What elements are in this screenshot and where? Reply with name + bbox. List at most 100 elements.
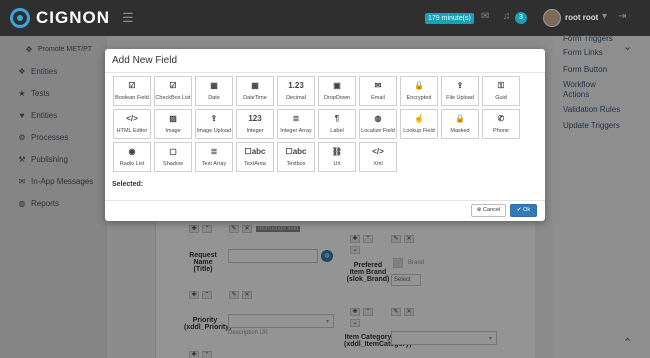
upload-icon: ⇪ xyxy=(456,81,464,90)
cancel-button-label: Cancel xyxy=(483,207,501,213)
envelope-icon: ✉ xyxy=(374,81,382,90)
field-type-datetime[interactable]: ▦ DateTime xyxy=(236,76,274,106)
field-type-radio-list[interactable]: ◉ Radio List xyxy=(113,142,151,172)
checkbox-list-icon: ☑ xyxy=(169,81,177,90)
code-icon: </> xyxy=(126,114,138,123)
field-type-label: DropDown xyxy=(324,95,350,101)
field-type-label: Masked xyxy=(450,128,470,134)
field-type-file-upload[interactable]: ⇪ File Upload xyxy=(441,76,479,106)
radio-icon: ◉ xyxy=(128,147,136,156)
checkbox-icon: ☑ xyxy=(128,81,136,90)
pointer-icon: ☝ xyxy=(414,114,424,123)
session-timer-badge: 179 minute(s) xyxy=(425,13,474,24)
chevron-down-icon[interactable]: ▾ xyxy=(602,11,607,22)
field-type-label: Decimal xyxy=(286,95,306,101)
field-type-label: Guid xyxy=(495,95,507,101)
field-type-image-upload[interactable]: ⇪ Image Upload xyxy=(195,109,233,139)
paragraph-icon: ¶ xyxy=(334,114,340,123)
field-type-label: Text Array xyxy=(201,161,227,167)
integer-icon: 123 xyxy=(248,114,262,123)
field-type-html-editor[interactable]: </> HTML Editor xyxy=(113,109,151,139)
field-type-label: TextArea xyxy=(244,161,266,167)
field-type-label: Label xyxy=(330,128,344,134)
chat-icon[interactable]: ✉ xyxy=(481,11,489,22)
field-type-encrypted[interactable]: 🔒 Encrypted xyxy=(400,76,438,106)
logout-icon[interactable]: ⇥ xyxy=(618,11,626,22)
field-type-label: Phone xyxy=(493,128,509,134)
field-type-guid[interactable]: ⚿ Guid xyxy=(482,76,520,106)
field-type-label: Encrypted xyxy=(406,95,432,101)
field-type-xml[interactable]: </> Xml xyxy=(359,142,397,172)
bell-icon[interactable]: ♫ xyxy=(503,11,511,22)
top-bar: CIGNON ☰ 179 minute(s) ✉ ♫ 3 root root ▾… xyxy=(0,0,650,36)
field-type-label: Image xyxy=(165,128,181,134)
field-type-boolean[interactable]: ☑ Boolean Field xyxy=(113,76,151,106)
field-type-label: CheckBox List xyxy=(155,95,191,101)
field-type-label: DateTime xyxy=(243,95,267,101)
field-type-label: Integer Array xyxy=(280,128,312,134)
lock-icon: 🔒 xyxy=(414,81,424,90)
field-type-label: Email xyxy=(371,95,385,101)
selected-label: Selected: xyxy=(112,181,144,188)
field-type-label: Date xyxy=(208,95,220,101)
field-type-date[interactable]: ▦ Date xyxy=(195,76,233,106)
field-type-label-field[interactable]: ¶ Label xyxy=(318,109,356,139)
phone-icon: ✆ xyxy=(497,114,505,123)
field-type-label: Lookup Field xyxy=(403,128,435,134)
field-type-label: Boolean Field xyxy=(115,95,149,101)
dialog-title: Add New Field xyxy=(112,55,178,66)
field-type-integer[interactable]: 123 Integer xyxy=(236,109,274,139)
add-new-field-dialog: Add New Field ☑ Boolean Field ☑ CheckBox L… xyxy=(105,49,545,221)
brand-name: CIGNON xyxy=(36,8,110,27)
field-type-label: Xml xyxy=(373,161,383,167)
user-name[interactable]: root root xyxy=(565,13,598,22)
field-type-textarea[interactable]: ☐abc TextArea xyxy=(236,142,274,172)
ok-button[interactable]: ✔ Ok xyxy=(510,204,537,217)
field-type-checkbox-list[interactable]: ☑ CheckBox List xyxy=(154,76,192,106)
image-upload-icon: ⇪ xyxy=(210,114,218,123)
field-type-decimal[interactable]: 1.23 Decimal xyxy=(277,76,315,106)
menu-toggle-icon[interactable]: ☰ xyxy=(122,10,134,26)
field-type-email[interactable]: ✉ Email xyxy=(359,76,397,106)
text-array-icon: ≣ xyxy=(210,147,218,156)
avatar[interactable] xyxy=(543,9,561,27)
image-icon: ▨ xyxy=(169,114,177,123)
field-type-localize[interactable]: ◍ Localize Field xyxy=(359,109,397,139)
ok-button-label: Ok xyxy=(523,207,531,213)
dialog-header: Add New Field xyxy=(105,49,545,73)
logo-icon xyxy=(10,8,30,28)
field-type-label: Localize Field xyxy=(361,128,395,134)
field-type-label: Integer xyxy=(246,128,264,134)
field-type-label: Url xyxy=(333,161,341,167)
field-type-label: Image Upload xyxy=(196,128,232,134)
field-type-label: HTML Editor xyxy=(116,128,148,134)
shadow-icon: ▢ xyxy=(169,147,177,156)
lock-icon: 🔒 xyxy=(455,114,465,123)
dropdown-icon: ▣ xyxy=(333,81,341,90)
field-type-dropdown[interactable]: ▣ DropDown xyxy=(318,76,356,106)
calendar-clock-icon: ▦ xyxy=(251,81,259,90)
link-icon: ⛓ xyxy=(331,147,343,156)
field-type-phone[interactable]: ✆ Phone xyxy=(482,109,520,139)
dialog-footer xyxy=(105,200,545,201)
field-type-integer-array[interactable]: ≣ Integer Array xyxy=(277,109,315,139)
textbox-icon: ☐abc xyxy=(285,147,307,156)
cancel-button[interactable]: ⊗ Cancel xyxy=(471,204,506,217)
field-type-label: Radio List xyxy=(119,161,145,167)
calendar-icon: ▦ xyxy=(210,81,218,90)
field-type-shadow[interactable]: ▢ Shadow xyxy=(154,142,192,172)
field-type-lookup[interactable]: ☝ Lookup Field xyxy=(400,109,438,139)
field-type-url[interactable]: ⛓ Url xyxy=(318,142,356,172)
field-type-text-array[interactable]: ≣ Text Array xyxy=(195,142,233,172)
decimal-icon: 1.23 xyxy=(288,81,304,90)
field-type-label: Shadow xyxy=(163,161,183,167)
field-type-masked[interactable]: 🔒 Masked xyxy=(441,109,479,139)
list-icon: ≣ xyxy=(292,114,300,123)
field-type-image[interactable]: ▨ Image xyxy=(154,109,192,139)
textarea-icon: ☐abc xyxy=(244,147,266,156)
xml-icon: </> xyxy=(372,147,384,156)
field-type-label: Textbox xyxy=(286,161,306,167)
brand-logo[interactable]: CIGNON xyxy=(10,8,110,28)
field-type-textbox[interactable]: ☐abc Textbox xyxy=(277,142,315,172)
field-type-label: File Upload xyxy=(446,95,474,101)
